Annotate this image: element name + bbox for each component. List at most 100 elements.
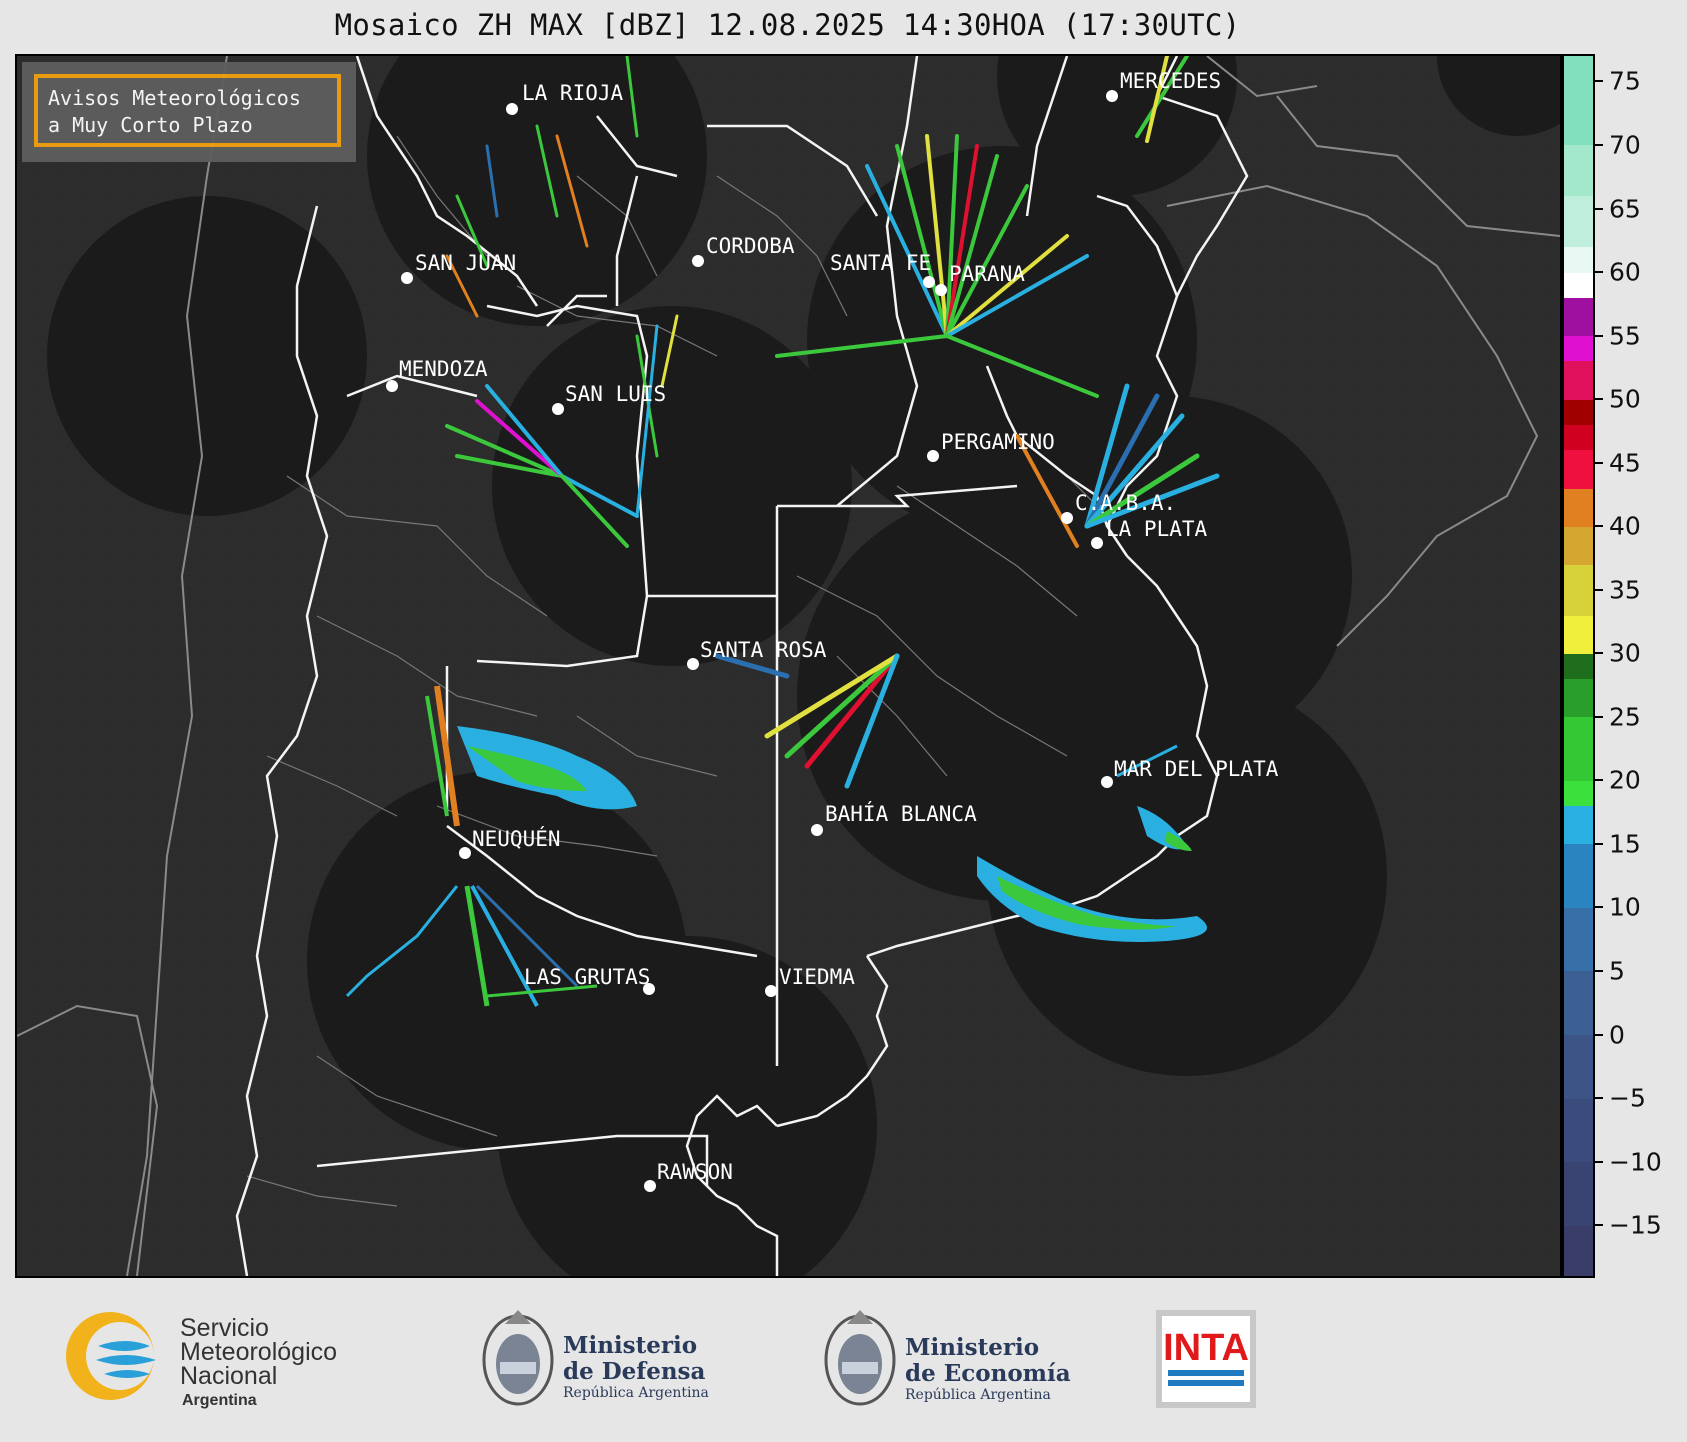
colorbar-tick (1595, 1033, 1603, 1036)
colorbar-segment (1564, 488, 1593, 527)
colorbar-segment (1564, 843, 1593, 908)
colorbar-tick (1595, 271, 1603, 274)
colorbar-segment (1564, 272, 1593, 298)
colorbar-segment (1564, 615, 1593, 654)
colorbar-segment (1564, 653, 1593, 680)
colorbar-tick (1595, 1224, 1603, 1227)
radar-map[interactable]: LA RIOJA SAN JUAN CORDOBA SANTA FE PARAN… (15, 54, 1562, 1278)
colorbar-tick (1595, 461, 1603, 464)
dbz-colorbar (1562, 54, 1595, 1278)
colorbar-segment (1564, 564, 1593, 616)
defensa-line1: Ministerio (563, 1332, 697, 1359)
svg-text:C.A.B.A.: C.A.B.A. (1075, 491, 1176, 515)
colorbar-segment (1564, 297, 1593, 337)
colorbar-segment (1564, 195, 1593, 248)
colorbar-segment (1564, 678, 1593, 718)
colorbar-tick-label: 75 (1609, 66, 1641, 96)
colorbar-tick (1595, 842, 1603, 845)
colorbar-tick (1595, 525, 1603, 528)
inta-logo: INTA (1156, 1310, 1256, 1408)
colorbar-segment (1564, 526, 1593, 565)
defensa-line2: de Defensa (563, 1358, 705, 1385)
svg-text:SAN JUAN: SAN JUAN (415, 251, 516, 275)
smn-line3: Nacional (180, 1362, 277, 1390)
svg-text:LA PLATA: LA PLATA (1106, 517, 1208, 541)
colorbar-tick (1595, 715, 1603, 718)
colorbar-tick-label: −15 (1609, 1210, 1662, 1240)
svg-text:LA RIOJA: LA RIOJA (522, 81, 624, 105)
colorbar-segment (1564, 246, 1593, 273)
colorbar-tick (1595, 970, 1603, 972)
colorbar-tick (1595, 143, 1603, 146)
colorbar-tick (1595, 334, 1603, 337)
colorbar-segment (1564, 424, 1593, 451)
colorbar-tick-label: 35 (1609, 575, 1641, 605)
colorbar-segment (1564, 1161, 1593, 1226)
economia-line3: República Argentina (905, 1387, 1051, 1403)
colorbar-tick-label: 0 (1609, 1020, 1625, 1050)
colorbar-tick-label: 60 (1609, 257, 1641, 287)
colorbar-tick (1595, 588, 1603, 591)
colorbar-segment (1564, 805, 1593, 845)
inta-text: INTA (1163, 1327, 1249, 1369)
warnings-legend-line2: a Muy Corto Plazo (48, 113, 253, 137)
colorbar-segment (1564, 907, 1593, 972)
svg-text:PERGAMINO: PERGAMINO (941, 430, 1055, 454)
colorbar-tick-label: 40 (1609, 511, 1641, 541)
colorbar-tick-label: 55 (1609, 321, 1641, 351)
colorbar-tick (1595, 1097, 1603, 1100)
svg-text:MERCEDES: MERCEDES (1120, 69, 1221, 93)
svg-text:LAS GRUTAS: LAS GRUTAS (524, 965, 650, 989)
svg-text:SANTA FE: SANTA FE (830, 251, 931, 275)
colorbar-tick (1595, 80, 1603, 83)
colorbar-segment (1564, 399, 1593, 426)
colorbar-tick-label: 70 (1609, 130, 1641, 160)
colorbar-segment (1564, 56, 1593, 146)
colorbar-segment (1564, 1034, 1593, 1099)
ministerio-economia-logo: Ministerio de Economía República Argenti… (824, 1310, 1071, 1406)
colorbar-tick (1595, 906, 1603, 909)
colorbar-tick-label: −10 (1609, 1147, 1662, 1177)
warnings-legend-box: Avisos Meteorológicos a Muy Corto Plazo (22, 62, 356, 162)
colorbar-tick (1595, 207, 1603, 210)
colorbar-segment (1564, 716, 1593, 781)
colorbar-tick (1595, 1160, 1603, 1163)
svg-text:BAHÍA BLANCA: BAHÍA BLANCA (825, 801, 977, 826)
colorbar-tick-label: 15 (1609, 829, 1641, 859)
colorbar-tick (1595, 779, 1603, 782)
colorbar-tick (1595, 652, 1603, 655)
map-canvas[interactable]: LA RIOJA SAN JUAN CORDOBA SANTA FE PARAN… (17, 56, 1560, 1276)
colorbar-segment (1564, 971, 1593, 1036)
colorbar-segment (1564, 1225, 1593, 1276)
colorbar-segment (1564, 335, 1593, 362)
svg-text:RAWSON: RAWSON (657, 1160, 733, 1184)
svg-text:MENDOZA: MENDOZA (399, 357, 488, 381)
economia-line1: Ministerio (905, 1334, 1039, 1361)
svg-text:VIEDMA: VIEDMA (779, 965, 855, 989)
smn-logo: Servicio Meteorológico Nacional Argentin… (66, 1312, 337, 1409)
footer-logos: Servicio Meteorológico Nacional Argentin… (0, 1278, 1687, 1438)
colorbar-tick-label: 5 (1609, 956, 1625, 986)
warnings-legend-line1: Avisos Meteorológicos (48, 86, 301, 110)
colorbar-segment (1564, 361, 1593, 400)
colorbar-tick-label: 20 (1609, 765, 1641, 795)
colorbar-tick-label: −5 (1609, 1083, 1646, 1113)
colorbar-segment (1564, 144, 1593, 197)
colorbar-tick (1595, 398, 1603, 401)
colorbar-tick-label: 65 (1609, 194, 1641, 223)
warnings-legend-frame: Avisos Meteorológicos a Muy Corto Plazo (34, 74, 341, 147)
colorbar-tick-label: 50 (1609, 384, 1641, 414)
svg-text:PARANA: PARANA (949, 262, 1025, 286)
svg-text:NEUQUÉN: NEUQUÉN (472, 826, 561, 851)
colorbar-tick-label: 30 (1609, 638, 1641, 668)
svg-text:CORDOBA: CORDOBA (706, 234, 795, 258)
svg-text:MAR DEL PLATA: MAR DEL PLATA (1114, 757, 1279, 781)
svg-text:SAN LUIS: SAN LUIS (565, 382, 666, 406)
smn-line4: Argentina (182, 1392, 257, 1409)
colorbar-tick-label: 25 (1609, 702, 1641, 732)
ministerio-defensa-logo: Ministerio de Defensa República Argentin… (482, 1310, 709, 1406)
colorbar-segment (1564, 1098, 1593, 1163)
economia-line2: de Economía (905, 1360, 1071, 1387)
colorbar-segment (1564, 780, 1593, 807)
page-title: Mosaico ZH MAX [dBZ] 12.08.2025 14:30HOA… (334, 8, 1241, 42)
